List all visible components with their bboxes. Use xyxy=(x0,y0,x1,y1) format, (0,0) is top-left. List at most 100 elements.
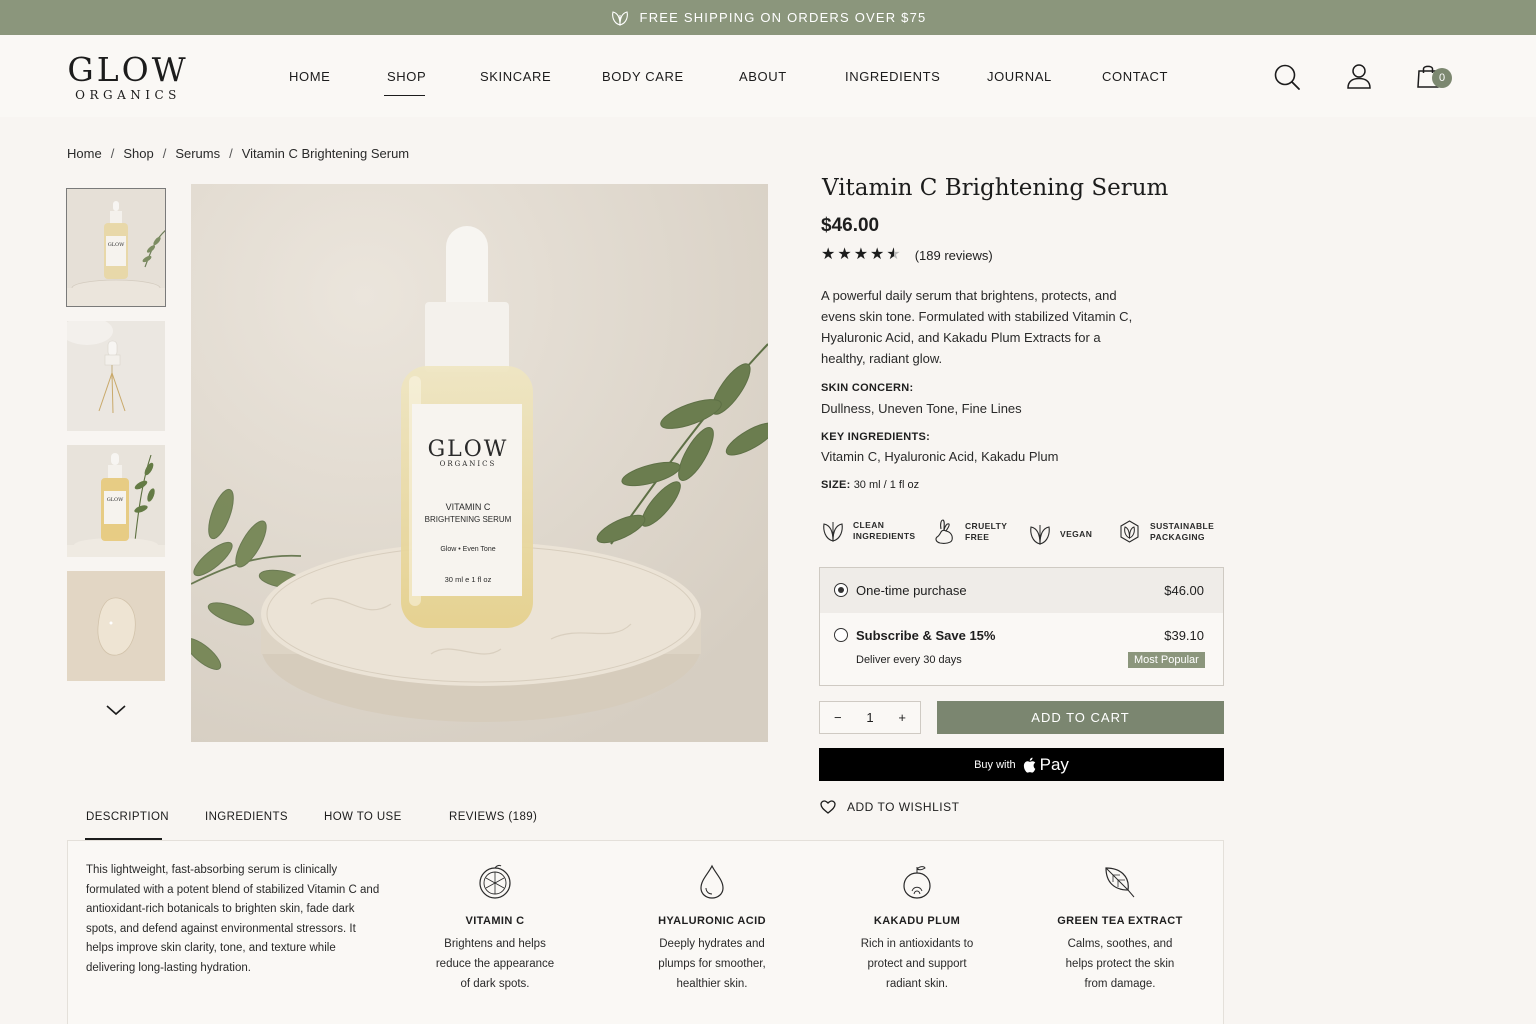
nav-about[interactable]: ABOUT xyxy=(739,69,787,84)
apple-icon xyxy=(1023,757,1035,773)
ingredient-description: Deeply hydrates and plumps for smoother,… xyxy=(658,938,766,990)
star-icon: ★ xyxy=(853,246,869,263)
product-photo: GLOW ORGANICS VITAMIN C BRIGHTENING SERU… xyxy=(191,184,768,742)
breadcrumb-current: Vitamin C Brightening Serum xyxy=(241,146,410,161)
skin-concern-label: SKIN CONCERN: xyxy=(821,382,914,394)
most-popular-badge: Most Popular xyxy=(1128,652,1205,668)
label-brand: GLOW xyxy=(428,437,509,462)
breadcrumb-separator: / xyxy=(229,146,233,161)
ingredient-name: VITAMIN C xyxy=(465,915,525,927)
thumbnail-texture-image xyxy=(67,571,165,681)
brand-logo[interactable]: GLOW ORGANICS xyxy=(67,50,189,103)
tab-description[interactable]: DESCRIPTION xyxy=(86,811,169,823)
star-icon: ★ xyxy=(837,246,852,263)
subscribe-note: Deliver every 30 days xyxy=(856,654,962,666)
star-half-icon: ★ xyxy=(886,246,901,263)
subscribe-radio[interactable] xyxy=(834,628,848,642)
star-icon: ★ xyxy=(870,246,885,263)
thumbnail-4[interactable] xyxy=(67,571,165,681)
product-description: A powerful daily serum that brightens, p… xyxy=(821,288,1133,366)
brand-name: GLOW xyxy=(67,50,189,89)
nav-contact[interactable]: CONTACT xyxy=(1102,69,1168,84)
rating[interactable]: ★ ★ ★ ★ ★ (189 reviews) xyxy=(821,247,993,263)
one-time-radio[interactable] xyxy=(834,583,848,597)
main-product-image: GLOW ORGANICS VITAMIN C BRIGHTENING SERU… xyxy=(191,184,768,742)
product-price: $46.00 xyxy=(821,215,880,236)
breadcrumb-separator: / xyxy=(162,146,167,161)
plum-icon xyxy=(903,866,931,899)
thumbnail-3[interactable]: GLOW xyxy=(67,445,165,557)
ingredient-name: HYALURONIC ACID xyxy=(658,915,766,927)
citrus-icon xyxy=(479,864,511,899)
apple-pay-brand: Pay xyxy=(1039,754,1069,774)
nav-ingredients[interactable]: INGREDIENTS xyxy=(845,69,940,84)
badge-line2: PACKAGING xyxy=(1150,531,1205,542)
announcement-text: FREE SHIPPING ON ORDERS OVER $75 xyxy=(639,10,927,25)
svg-text:GLOW: GLOW xyxy=(108,242,125,248)
thumbnail-2[interactable] xyxy=(67,321,165,431)
label-name-1: VITAMIN C xyxy=(446,502,491,512)
nav-home[interactable]: HOME xyxy=(289,69,330,84)
breadcrumb-serums[interactable]: Serums xyxy=(175,146,220,161)
add-to-cart-button[interactable]: ADD TO CART xyxy=(937,701,1224,734)
recycle-leaf-icon xyxy=(1120,520,1139,543)
tab-ingredients[interactable]: INGREDIENTS xyxy=(205,811,288,823)
apple-pay-button[interactable]: Buy with Pay xyxy=(819,748,1224,781)
key-ingredients-label: KEY INGREDIENTS: xyxy=(821,431,931,443)
thumbnail-dropper-image xyxy=(67,321,165,431)
label-name-2: BRIGHTENING SERUM xyxy=(425,515,512,524)
svg-text:GLOW: GLOW xyxy=(107,497,124,503)
badge-cruelty-free: CRUELTY FREE xyxy=(933,519,1027,545)
droplet-icon xyxy=(700,864,724,899)
search-icon[interactable] xyxy=(1273,63,1301,91)
breadcrumb-shop[interactable]: Shop xyxy=(123,146,153,161)
brand-tagline: ORGANICS xyxy=(75,88,181,102)
ingredient-name: GREEN TEA EXTRACT xyxy=(1057,915,1183,927)
chevron-down-icon[interactable] xyxy=(105,703,127,717)
one-time-price: $46.00 xyxy=(1164,583,1204,598)
thumbnail-1[interactable]: GLOW xyxy=(66,188,166,307)
ingredient-description: Calms, soothes, and helps protect the sk… xyxy=(1065,938,1175,990)
nav-body-care[interactable]: BODY CARE xyxy=(602,69,684,84)
ingredient-kakadu-plum: KAKADU PLUM Rich in antioxidants to prot… xyxy=(842,864,992,994)
thumbnail-bottle-leaves-image: GLOW xyxy=(67,445,165,557)
leaf-icon xyxy=(1030,525,1050,545)
nav-active-indicator xyxy=(384,95,425,96)
skin-concern-value: Dullness, Uneven Tone, Fine Lines xyxy=(821,401,1022,416)
one-time-purchase-option[interactable]: One-time purchase $46.00 xyxy=(820,568,1223,613)
badge-line1: CRUELTY xyxy=(965,521,1008,531)
nav-skincare[interactable]: SKINCARE xyxy=(480,69,551,84)
ingredient-description: Rich in antioxidants to protect and supp… xyxy=(860,938,974,990)
quantity-increase-button[interactable]: + xyxy=(898,710,906,725)
badge-clean-ingredients: CLEAN INGREDIENTS xyxy=(821,519,915,543)
quantity-stepper: − 1 + xyxy=(819,701,921,734)
ingredient-name: KAKADU PLUM xyxy=(873,915,961,927)
ingredient-green-tea: GREEN TEA EXTRACT Calms, soothes, and he… xyxy=(1045,864,1195,994)
tab-how-to-use[interactable]: HOW TO USE xyxy=(324,811,402,823)
key-ingredients-value: Vitamin C, Hyaluronic Acid, Kakadu Plum xyxy=(821,449,1059,464)
review-count[interactable]: (189 reviews) xyxy=(915,248,993,263)
product-title: Vitamin C Brightening Serum xyxy=(822,175,1169,201)
add-to-wishlist-button[interactable]: ADD TO WISHLIST xyxy=(820,800,959,814)
breadcrumb-home[interactable]: Home xyxy=(67,146,102,161)
account-icon[interactable] xyxy=(1346,63,1372,90)
label-size: 30 ml e 1 fl oz xyxy=(445,575,492,584)
quantity-decrease-button[interactable]: − xyxy=(834,710,842,725)
nav-shop[interactable]: SHOP xyxy=(387,69,426,84)
label-line: Glow • Even Tone xyxy=(440,546,495,553)
label-sub: ORGANICS xyxy=(440,460,497,468)
size-value: 30 ml / 1 fl oz xyxy=(853,479,920,491)
subscribe-option[interactable]: Subscribe & Save 15% $39.10 Deliver ever… xyxy=(820,613,1223,685)
thumbnail-bottle-image: GLOW xyxy=(67,189,165,306)
tab-reviews[interactable]: REVIEWS (189) xyxy=(449,811,537,823)
size-label: SIZE: xyxy=(821,479,851,491)
badge-line1: SUSTAINABLE xyxy=(1150,520,1215,531)
apple-pay-prefix: Buy with xyxy=(974,758,1016,771)
leaf-icon xyxy=(823,522,843,542)
badge-line2: FREE xyxy=(965,532,990,542)
one-time-label: One-time purchase xyxy=(856,583,967,598)
quantity-value[interactable]: 1 xyxy=(866,710,873,725)
star-icon: ★ xyxy=(821,246,836,263)
cart-count-badge: 0 xyxy=(1432,68,1452,88)
nav-journal[interactable]: JOURNAL xyxy=(987,69,1052,84)
